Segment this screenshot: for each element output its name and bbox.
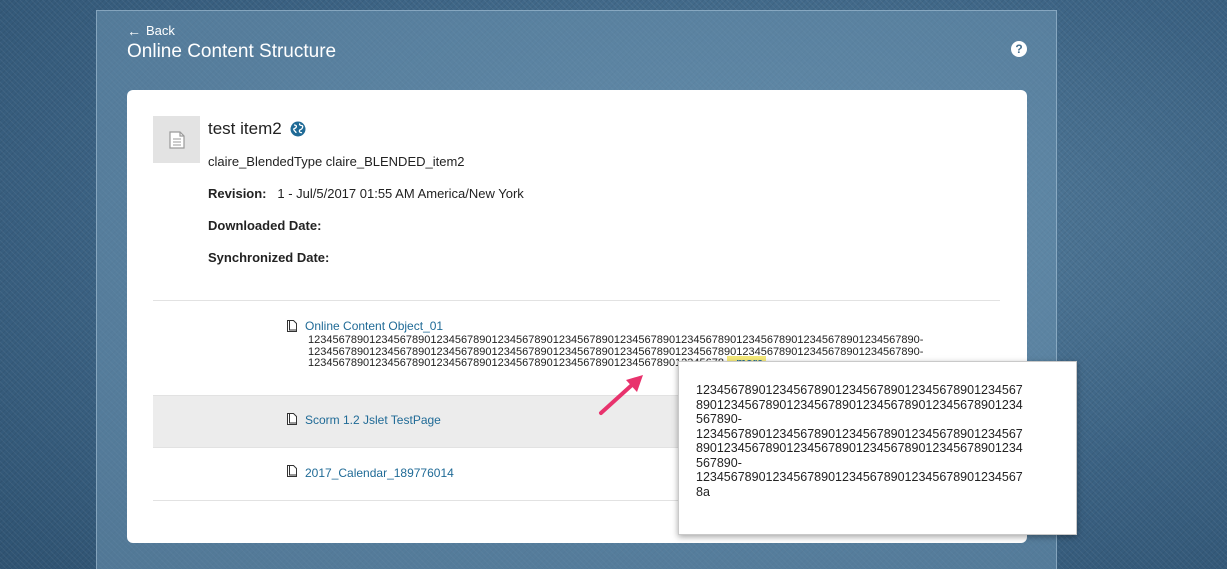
globe-icon[interactable] xyxy=(290,121,306,137)
left-arrow-icon: ← xyxy=(127,22,141,39)
help-icon[interactable]: ? xyxy=(1011,41,1027,57)
file-icon xyxy=(287,465,297,477)
object-link-2[interactable]: Scorm 1.2 Jslet TestPage xyxy=(305,413,441,427)
description-popup: 1234567890123456789012345678901234567890… xyxy=(678,361,1077,535)
item-subtype: claire_BlendedType claire_BLENDED_item2 xyxy=(208,154,465,169)
document-icon xyxy=(168,130,185,149)
popup-line: 8901234567890123456789012345678901234567… xyxy=(696,441,1023,455)
description-line: 1234567890123456789012345678901234567890… xyxy=(308,357,728,369)
synchronized-label: Synchronized Date: xyxy=(208,250,330,265)
file-icon xyxy=(287,413,297,425)
popup-line: 1234567890123456789012345678901234567890… xyxy=(696,470,1023,484)
popup-line: 567890- xyxy=(696,412,742,426)
revision-label: Revision: xyxy=(208,186,267,201)
downloaded-label: Downloaded Date: xyxy=(208,218,322,233)
popup-line: 1234567890123456789012345678901234567890… xyxy=(696,383,1023,397)
back-link[interactable]: ← Back xyxy=(127,23,175,38)
object-link-3[interactable]: 2017_Calendar_189776014 xyxy=(305,466,454,480)
synchronized-row: Synchronized Date: xyxy=(208,250,329,265)
pink-arrow-icon xyxy=(599,375,643,415)
back-label: Back xyxy=(146,23,175,38)
item-title: test item2 xyxy=(208,119,282,138)
item-thumbnail xyxy=(153,116,200,163)
popup-line: 8901234567890123456789012345678901234567… xyxy=(696,397,1023,412)
file-icon xyxy=(287,320,297,332)
popup-line: 567890- xyxy=(696,455,742,470)
popup-line: 1234567890123456789012345678901234567890… xyxy=(696,426,1023,441)
revision-row: Revision: 1 - Jul/5/2017 01:55 AM Americ… xyxy=(208,186,524,201)
popup-line: 8a xyxy=(696,484,710,499)
downloaded-row: Downloaded Date: xyxy=(208,218,321,233)
section-divider xyxy=(153,300,1000,301)
description-line: 1234567890123456789012345678901234567890… xyxy=(308,334,924,346)
item-title-row: test item2 xyxy=(208,119,306,139)
page-title: Online Content Structure xyxy=(127,41,337,62)
revision-value: 1 - Jul/5/2017 01:55 AM America/New York xyxy=(277,186,524,201)
object-link-1[interactable]: Online Content Object_01 xyxy=(305,319,443,333)
